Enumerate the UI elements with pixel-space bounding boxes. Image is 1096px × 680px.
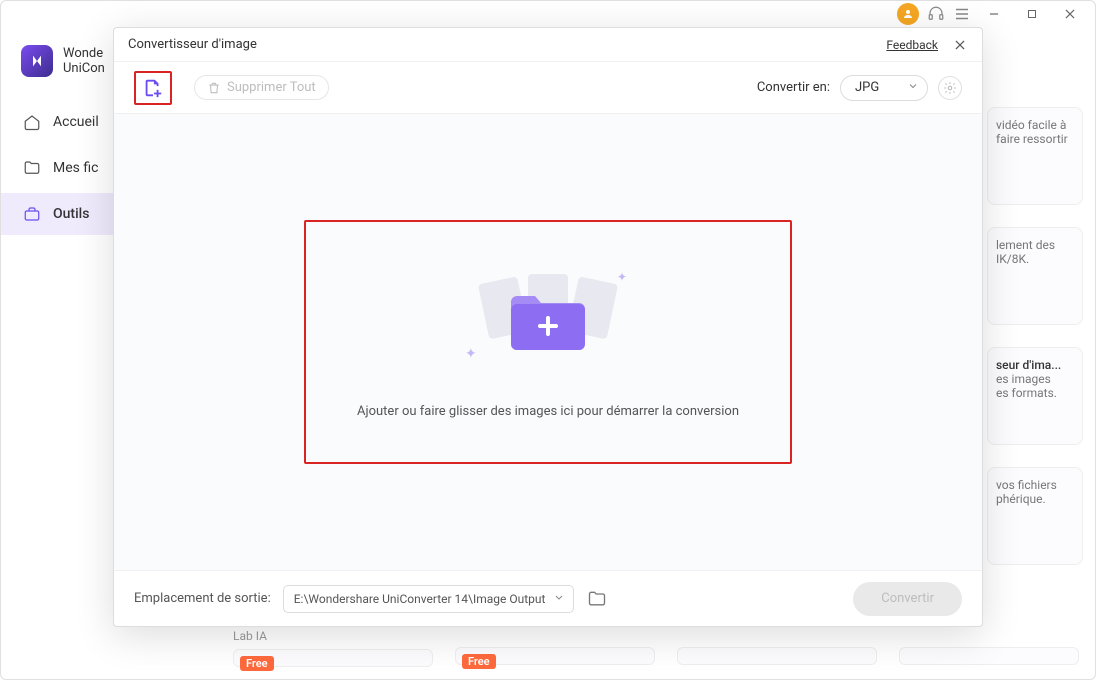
delete-all-button[interactable]: Supprimer Tout <box>194 75 329 100</box>
feedback-link[interactable]: Feedback <box>886 38 938 52</box>
image-converter-modal: Convertisseur d'image Feedback Supprimer… <box>113 27 983 627</box>
chevron-down-icon <box>907 80 919 96</box>
brand-logo <box>21 45 53 77</box>
add-image-highlight <box>134 71 172 105</box>
cards-peek: vidéo facile à faire ressortir lement de… <box>987 107 1083 565</box>
sparkle-icon: ✦ <box>465 346 477 362</box>
free-card[interactable]: Free <box>455 647 655 665</box>
format-settings-button[interactable] <box>938 76 962 100</box>
convert-button[interactable]: Convertir <box>853 582 962 616</box>
menu-icon[interactable] <box>953 5 971 23</box>
user-avatar-badge[interactable] <box>897 3 919 25</box>
card-stub: lement des IK/8K. <box>987 227 1083 325</box>
sidebar-item-label: Accueil <box>53 114 99 130</box>
sidebar-item-label: Outils <box>53 206 89 222</box>
brand-line1: Wonde <box>63 46 105 61</box>
free-badge: Free <box>462 654 496 669</box>
delete-all-label: Supprimer Tout <box>227 80 316 95</box>
drop-area[interactable]: ✦ ✦ Ajouter ou faire glisser des images … <box>114 114 982 570</box>
maximize-button[interactable] <box>1017 2 1047 26</box>
free-card[interactable] <box>677 647 877 665</box>
modal-title: Convertisseur d'image <box>128 37 257 52</box>
card-stub: seur d'ima... es images es formats. <box>987 347 1083 445</box>
folder-icon <box>23 159 41 177</box>
drop-illustration: ✦ ✦ <box>473 266 623 376</box>
free-card[interactable] <box>899 647 1079 665</box>
card-stub: vos fichiers phérique. <box>987 467 1083 565</box>
window-titlebar <box>1 1 1095 27</box>
format-value: JPG <box>855 80 879 95</box>
convert-in-label: Convertir en: <box>757 80 830 95</box>
sparkle-icon: ✦ <box>617 270 627 284</box>
format-select[interactable]: JPG <box>840 75 928 101</box>
output-path-value: E:\Wondershare UniConverter 14\Image Out… <box>294 592 546 606</box>
drop-zone-highlight: ✦ ✦ Ajouter ou faire glisser des images … <box>304 220 792 464</box>
output-path-select[interactable]: E:\Wondershare UniConverter 14\Image Out… <box>283 585 575 613</box>
close-window-button[interactable] <box>1055 2 1085 26</box>
close-modal-button[interactable] <box>952 37 968 53</box>
lab-label: Lab IA <box>233 629 433 643</box>
minimize-button[interactable] <box>979 2 1009 26</box>
sidebar-item-label: Mes fic <box>53 160 98 176</box>
headset-icon[interactable] <box>927 5 945 23</box>
lab-row: Lab IA Free Free <box>233 629 1083 667</box>
brand-line2: UniCon <box>63 61 105 76</box>
modal-header: Convertisseur d'image Feedback <box>114 28 982 62</box>
chevron-down-icon <box>553 591 565 606</box>
modal-toolbar: Supprimer Tout Convertir en: JPG <box>114 62 982 114</box>
modal-footer: Emplacement de sortie: E:\Wondershare Un… <box>114 570 982 626</box>
free-card[interactable]: Free <box>233 649 433 667</box>
add-image-button[interactable] <box>142 77 164 99</box>
open-folder-button[interactable] <box>586 588 608 610</box>
home-icon <box>23 113 41 131</box>
folder-plus-icon <box>505 288 591 354</box>
brand-text: Wonde UniCon <box>63 46 105 76</box>
toolbox-icon <box>23 205 41 223</box>
drop-area-text: Ajouter ou faire glisser des images ici … <box>357 404 739 419</box>
output-location-label: Emplacement de sortie: <box>134 591 271 606</box>
card-stub: vidéo facile à faire ressortir <box>987 107 1083 205</box>
free-badge: Free <box>240 656 274 671</box>
